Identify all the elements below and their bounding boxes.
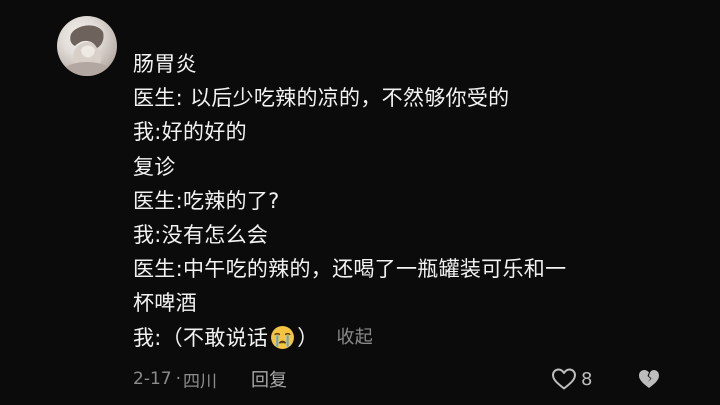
meta-separator: · [175,369,181,389]
comment-last-line-text: 我:（不敢说话 [133,325,269,350]
collapse-button[interactable]: 收起 [337,321,374,355]
comment-last-line-text-end: ） [297,325,319,350]
comment-meta: 2-17 · 四川 回复 [133,365,287,393]
avatar-image [65,25,109,76]
comment-item: 肠胃炎 医生: 以后少吃辣的凉的，不然够你受的 我:好的好的 复诊 医生:吃辣的… [0,0,720,405]
avatar[interactable] [57,16,117,76]
reply-button[interactable]: 回复 [251,366,287,392]
comment-location: 四川 [183,371,217,392]
comment-text: 肠胃炎 医生: 以后少吃辣的凉的，不然够你受的 我:好的好的 复诊 医生:吃辣的… [133,47,703,355]
like-button[interactable]: 8 [551,366,592,392]
comment-date: 2-17 [133,369,172,389]
comment-line: 杯啤酒 [133,291,197,316]
comment-line: 医生:吃辣的了? [133,188,280,213]
comment-line: 肠胃炎 [133,52,197,76]
comment-line: 复诊 [133,154,176,179]
comment-line: 医生: 以后少吃辣的凉的，不然够你受的 [133,86,510,111]
broken-heart-icon[interactable] [637,367,661,391]
comment-last-line: 我:（不敢说话 ） 收起 [133,321,703,355]
comment-line: 我:好的好的 [133,120,247,145]
heart-outline-icon [552,368,576,390]
comment-line: 我:没有怎么会 [133,223,269,248]
crying-face-icon [271,326,295,350]
like-count: 8 [581,368,593,390]
comment-line: 医生:中午吃的辣的，还喝了一瓶罐装可乐和一 [133,257,567,282]
